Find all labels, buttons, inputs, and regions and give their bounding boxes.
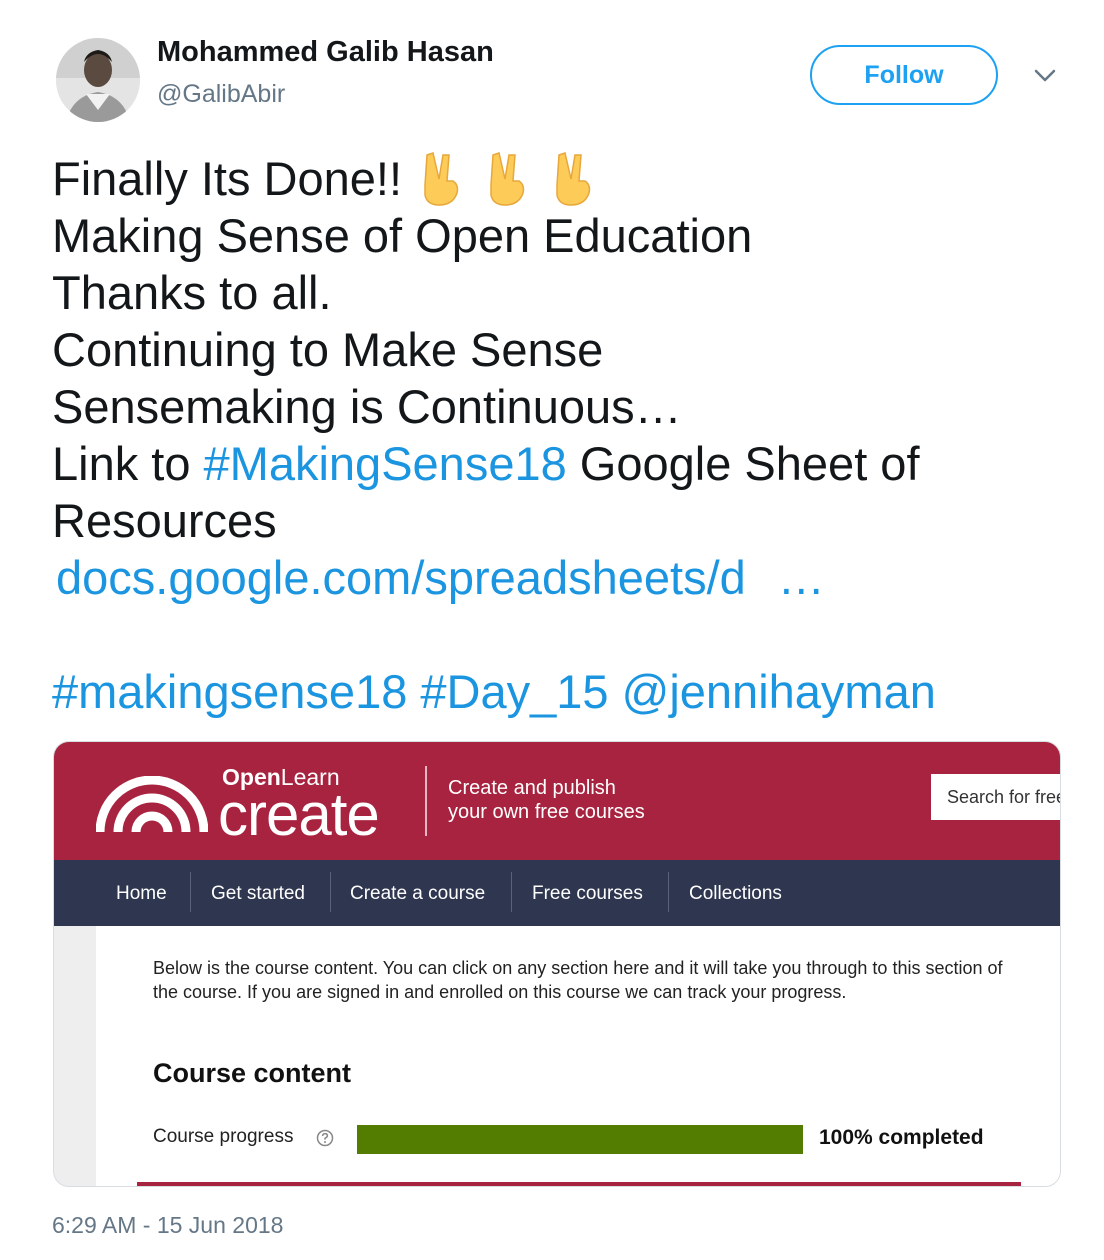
hashtag-link[interactable]: #Day_15 <box>420 665 608 718</box>
victory-hand-icon <box>490 152 525 206</box>
course-progress-label: Course progress <box>153 1126 294 1147</box>
course-page: Below is the course content. You can cli… <box>96 926 1060 1186</box>
progress-percent: 100% completed <box>819 1126 984 1149</box>
victory-hand-icon <box>424 152 459 206</box>
hashtag-link[interactable]: #MakingSense18 <box>204 437 567 490</box>
mention-link[interactable]: @jennihayman <box>622 665 936 718</box>
victory-hand-icon <box>556 152 591 206</box>
tweet-line: Making Sense of Open Education <box>52 209 753 262</box>
tweet-line-text: Google Sheet of <box>566 437 920 490</box>
follow-button[interactable]: Follow <box>810 45 998 105</box>
header-divider <box>425 766 427 836</box>
nav-divider <box>511 872 512 912</box>
tweet-line: #makingsense18 #Day_15 @jennihayman <box>52 663 1062 720</box>
nav-bar: Home Get started Create a course Free co… <box>54 860 1060 926</box>
tweet-line: Resources <box>52 494 277 547</box>
tweet-line-text: Finally Its Done!! <box>52 152 416 205</box>
search-input[interactable] <box>931 774 1060 820</box>
brand-create: create <box>218 781 380 848</box>
tweet-line-text: Link to <box>52 437 204 490</box>
url-ellipsis[interactable]: … <box>778 551 825 604</box>
nav-divider <box>668 872 669 912</box>
tweet-line: docs.google.com/spreadsheets/d … <box>52 549 1062 606</box>
nav-item-get-started[interactable]: Get started <box>211 874 305 914</box>
chevron-down-icon[interactable] <box>1030 64 1060 88</box>
tweet-line: Thanks to all. <box>52 266 332 319</box>
author-handle[interactable]: @GalibAbir <box>157 80 285 109</box>
nav-divider <box>330 872 331 912</box>
question-circle-icon[interactable] <box>316 1129 334 1147</box>
course-content-heading: Course content <box>153 1058 352 1088</box>
url-link[interactable]: docs.google.com/spreadsheets/d <box>56 551 746 604</box>
openlearn-logo-icon <box>96 776 208 833</box>
openlearn-header: OpenLearn create Create and publish your… <box>54 742 1060 860</box>
tweet-line: Link to #MakingSense18 Google Sheet of <box>52 435 1062 492</box>
author-name[interactable]: Mohammed Galib Hasan <box>157 36 494 69</box>
nav-divider <box>190 872 191 912</box>
nav-item-home[interactable]: Home <box>116 874 167 914</box>
nav-item-collections[interactable]: Collections <box>689 874 782 914</box>
author-avatar[interactable] <box>56 38 140 122</box>
media-card[interactable]: OpenLearn create Create and publish your… <box>53 741 1061 1187</box>
tweet-line: Finally Its Done!! <box>52 150 1062 207</box>
tagline: Create and publish your own free courses <box>448 776 645 824</box>
tagline-line: Create and publish <box>448 777 616 799</box>
tweet-line: Continuing to Make Sense <box>52 323 604 376</box>
tweet-timestamp[interactable]: 6:29 AM - 15 Jun 2018 <box>52 1212 283 1239</box>
course-intro: Below is the course content. You can cli… <box>153 958 1003 1002</box>
nav-item-free-courses[interactable]: Free courses <box>532 874 643 914</box>
tagline-line: your own free courses <box>448 801 645 823</box>
profile-photo <box>56 38 140 122</box>
section-rule <box>137 1182 1021 1186</box>
hashtag-link[interactable]: #makingsense18 <box>52 665 407 718</box>
progress-bar <box>357 1125 803 1154</box>
tweet-line: Sensemaking is Continuous… <box>52 380 682 433</box>
tweet-text: Finally Its Done!! Making Sense of Open … <box>52 150 1062 720</box>
progress-bar-fill <box>357 1125 803 1154</box>
nav-item-create-a-course[interactable]: Create a course <box>350 874 485 914</box>
